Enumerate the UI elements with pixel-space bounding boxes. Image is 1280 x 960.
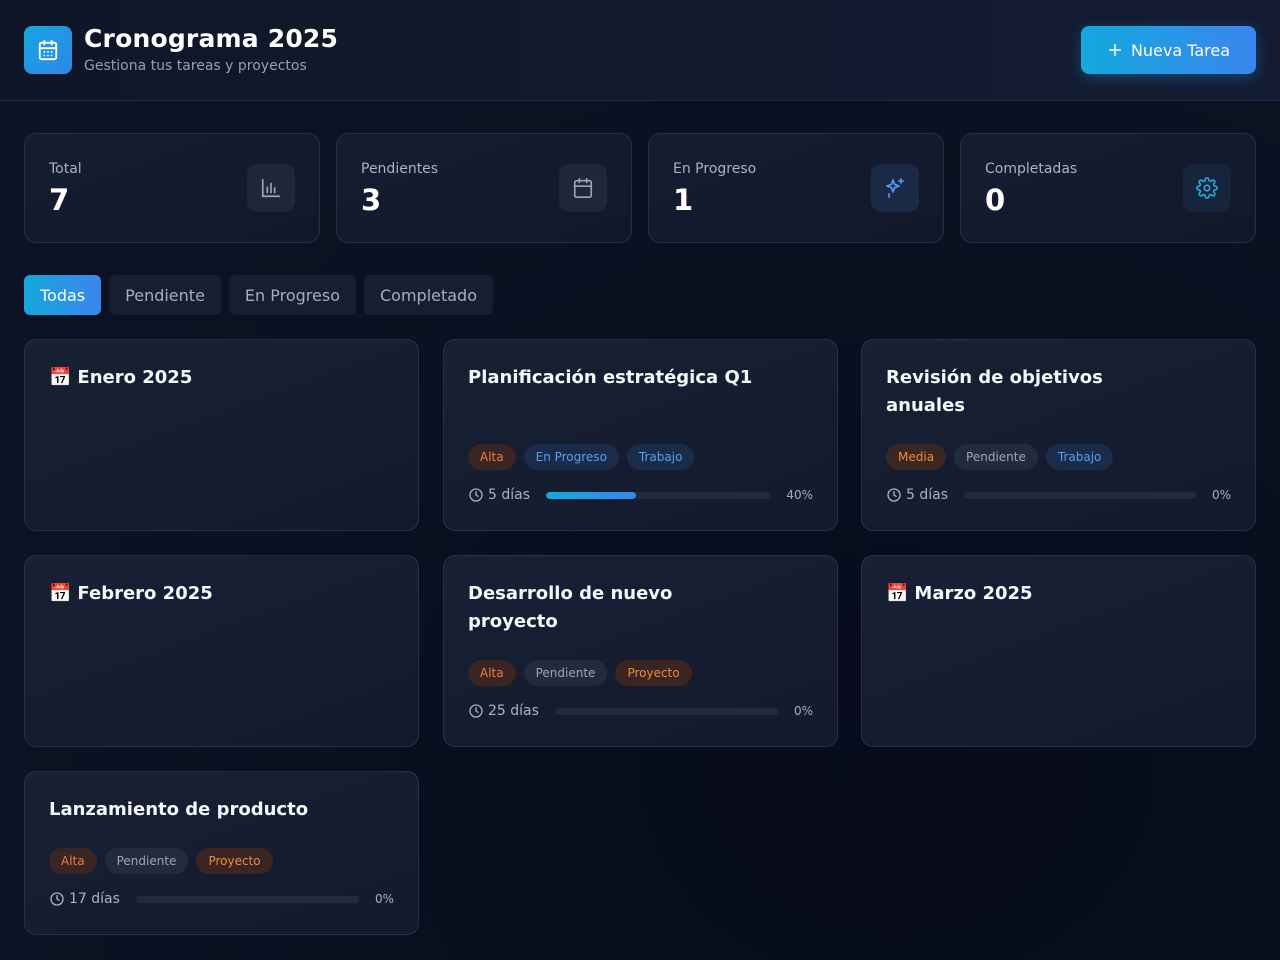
page-subtitle: Gestiona tus tareas y proyectos bbox=[84, 58, 307, 74]
category-badge: Proyecto bbox=[196, 848, 273, 874]
progress-bar bbox=[554, 707, 778, 715]
calendar-icon bbox=[559, 164, 607, 212]
task-card[interactable]: Desarrollo de nuevo proyecto Alta Pendie… bbox=[443, 555, 838, 747]
clock-icon bbox=[50, 892, 64, 906]
category-badge: Proyecto bbox=[615, 660, 692, 686]
page-title: Cronograma 2025 bbox=[84, 24, 339, 53]
app-header: Cronograma 2025 Gestiona tus tareas y pr… bbox=[0, 0, 1280, 101]
progress-percent: 0% bbox=[793, 704, 813, 718]
calendar-emoji-icon: 📅 bbox=[886, 583, 909, 604]
task-duration: 5 días bbox=[906, 487, 949, 503]
calendar-emoji-icon: 📅 bbox=[49, 583, 72, 604]
task-meta: 5 días 0% bbox=[886, 487, 1231, 503]
task-tags: Alta Pendiente Proyecto bbox=[468, 660, 692, 686]
progress-percent: 40% bbox=[786, 488, 813, 502]
gear-icon bbox=[1183, 164, 1231, 212]
month-title: Marzo 2025 bbox=[914, 583, 1033, 604]
calendar-emoji-icon: 📅 bbox=[49, 367, 72, 388]
clock-icon bbox=[469, 704, 483, 718]
sparkles-icon bbox=[871, 164, 919, 212]
clock-icon bbox=[469, 488, 483, 502]
priority-badge: Media bbox=[886, 444, 947, 470]
progress-percent: 0% bbox=[374, 892, 394, 906]
task-title: Planificación estratégica Q1 bbox=[468, 367, 753, 388]
task-duration: 17 días bbox=[69, 891, 120, 907]
task-title: Revisión de objetivos anuales bbox=[886, 367, 1103, 416]
progress-fill bbox=[546, 491, 636, 499]
status-badge: Pendiente bbox=[523, 660, 608, 686]
stat-label: Completadas bbox=[985, 161, 1078, 177]
priority-badge: Alta bbox=[49, 848, 97, 874]
progress-percent: 0% bbox=[1211, 488, 1231, 502]
status-badge: Pendiente bbox=[104, 848, 189, 874]
task-tags: Alta En Progreso Trabajo bbox=[468, 444, 695, 470]
task-meta: 5 días 40% bbox=[468, 487, 813, 503]
task-meta: 17 días 0% bbox=[49, 891, 394, 907]
progress-bar bbox=[546, 491, 771, 499]
task-card[interactable]: Lanzamiento de producto Alta Pendiente P… bbox=[24, 771, 419, 935]
stat-card-pending: Pendientes 3 bbox=[336, 133, 632, 243]
bar-chart-icon bbox=[247, 164, 295, 212]
filter-in-progress[interactable]: En Progreso bbox=[228, 275, 356, 315]
task-tags: Alta Pendiente Proyecto bbox=[49, 848, 273, 874]
month-card-march: 📅 Marzo 2025 bbox=[861, 555, 1256, 747]
stat-value: 3 bbox=[361, 183, 382, 217]
month-card-february: 📅 Febrero 2025 bbox=[24, 555, 419, 747]
task-title: Lanzamiento de producto bbox=[49, 799, 309, 820]
month-title: Enero 2025 bbox=[77, 367, 193, 388]
task-duration: 25 días bbox=[488, 703, 539, 719]
progress-bar bbox=[964, 491, 1196, 499]
clock-icon bbox=[887, 488, 901, 502]
stat-card-total: Total 7 bbox=[24, 133, 320, 243]
filter-completed[interactable]: Completado bbox=[363, 275, 493, 315]
stat-label: Total bbox=[49, 161, 82, 177]
task-duration: 5 días bbox=[488, 487, 531, 503]
status-filter-bar: Todas Pendiente En Progreso Completado bbox=[24, 275, 493, 315]
stat-value: 7 bbox=[49, 183, 70, 217]
month-card-january: 📅 Enero 2025 bbox=[24, 339, 419, 531]
stat-label: Pendientes bbox=[361, 161, 439, 177]
new-task-label: Nueva Tarea bbox=[1130, 40, 1231, 60]
priority-badge: Alta bbox=[468, 444, 516, 470]
task-tags: Media Pendiente Trabajo bbox=[886, 444, 1114, 470]
stat-label: En Progreso bbox=[673, 161, 757, 177]
status-badge: En Progreso bbox=[523, 444, 619, 470]
task-card[interactable]: Planificación estratégica Q1 Alta En Pro… bbox=[443, 339, 838, 531]
filter-pending[interactable]: Pendiente bbox=[109, 275, 221, 315]
priority-badge: Alta bbox=[468, 660, 516, 686]
category-badge: Trabajo bbox=[1045, 444, 1114, 470]
stat-card-in-progress: En Progreso 1 bbox=[648, 133, 944, 243]
plus-icon bbox=[1108, 43, 1122, 57]
task-meta: 25 días 0% bbox=[468, 703, 813, 719]
calendar-icon bbox=[24, 26, 72, 74]
stat-value: 1 bbox=[673, 183, 694, 217]
month-title: Febrero 2025 bbox=[77, 583, 213, 604]
task-title: Desarrollo de nuevo proyecto bbox=[468, 583, 673, 632]
status-badge: Pendiente bbox=[954, 444, 1038, 470]
new-task-button[interactable]: Nueva Tarea bbox=[1081, 26, 1256, 74]
stat-card-completed: Completadas 0 bbox=[960, 133, 1256, 243]
progress-bar bbox=[135, 895, 359, 903]
filter-all[interactable]: Todas bbox=[24, 275, 102, 315]
category-badge: Trabajo bbox=[626, 444, 695, 470]
task-card[interactable]: Revisión de objetivos anuales Media Pend… bbox=[861, 339, 1256, 531]
stat-value: 0 bbox=[985, 183, 1006, 217]
